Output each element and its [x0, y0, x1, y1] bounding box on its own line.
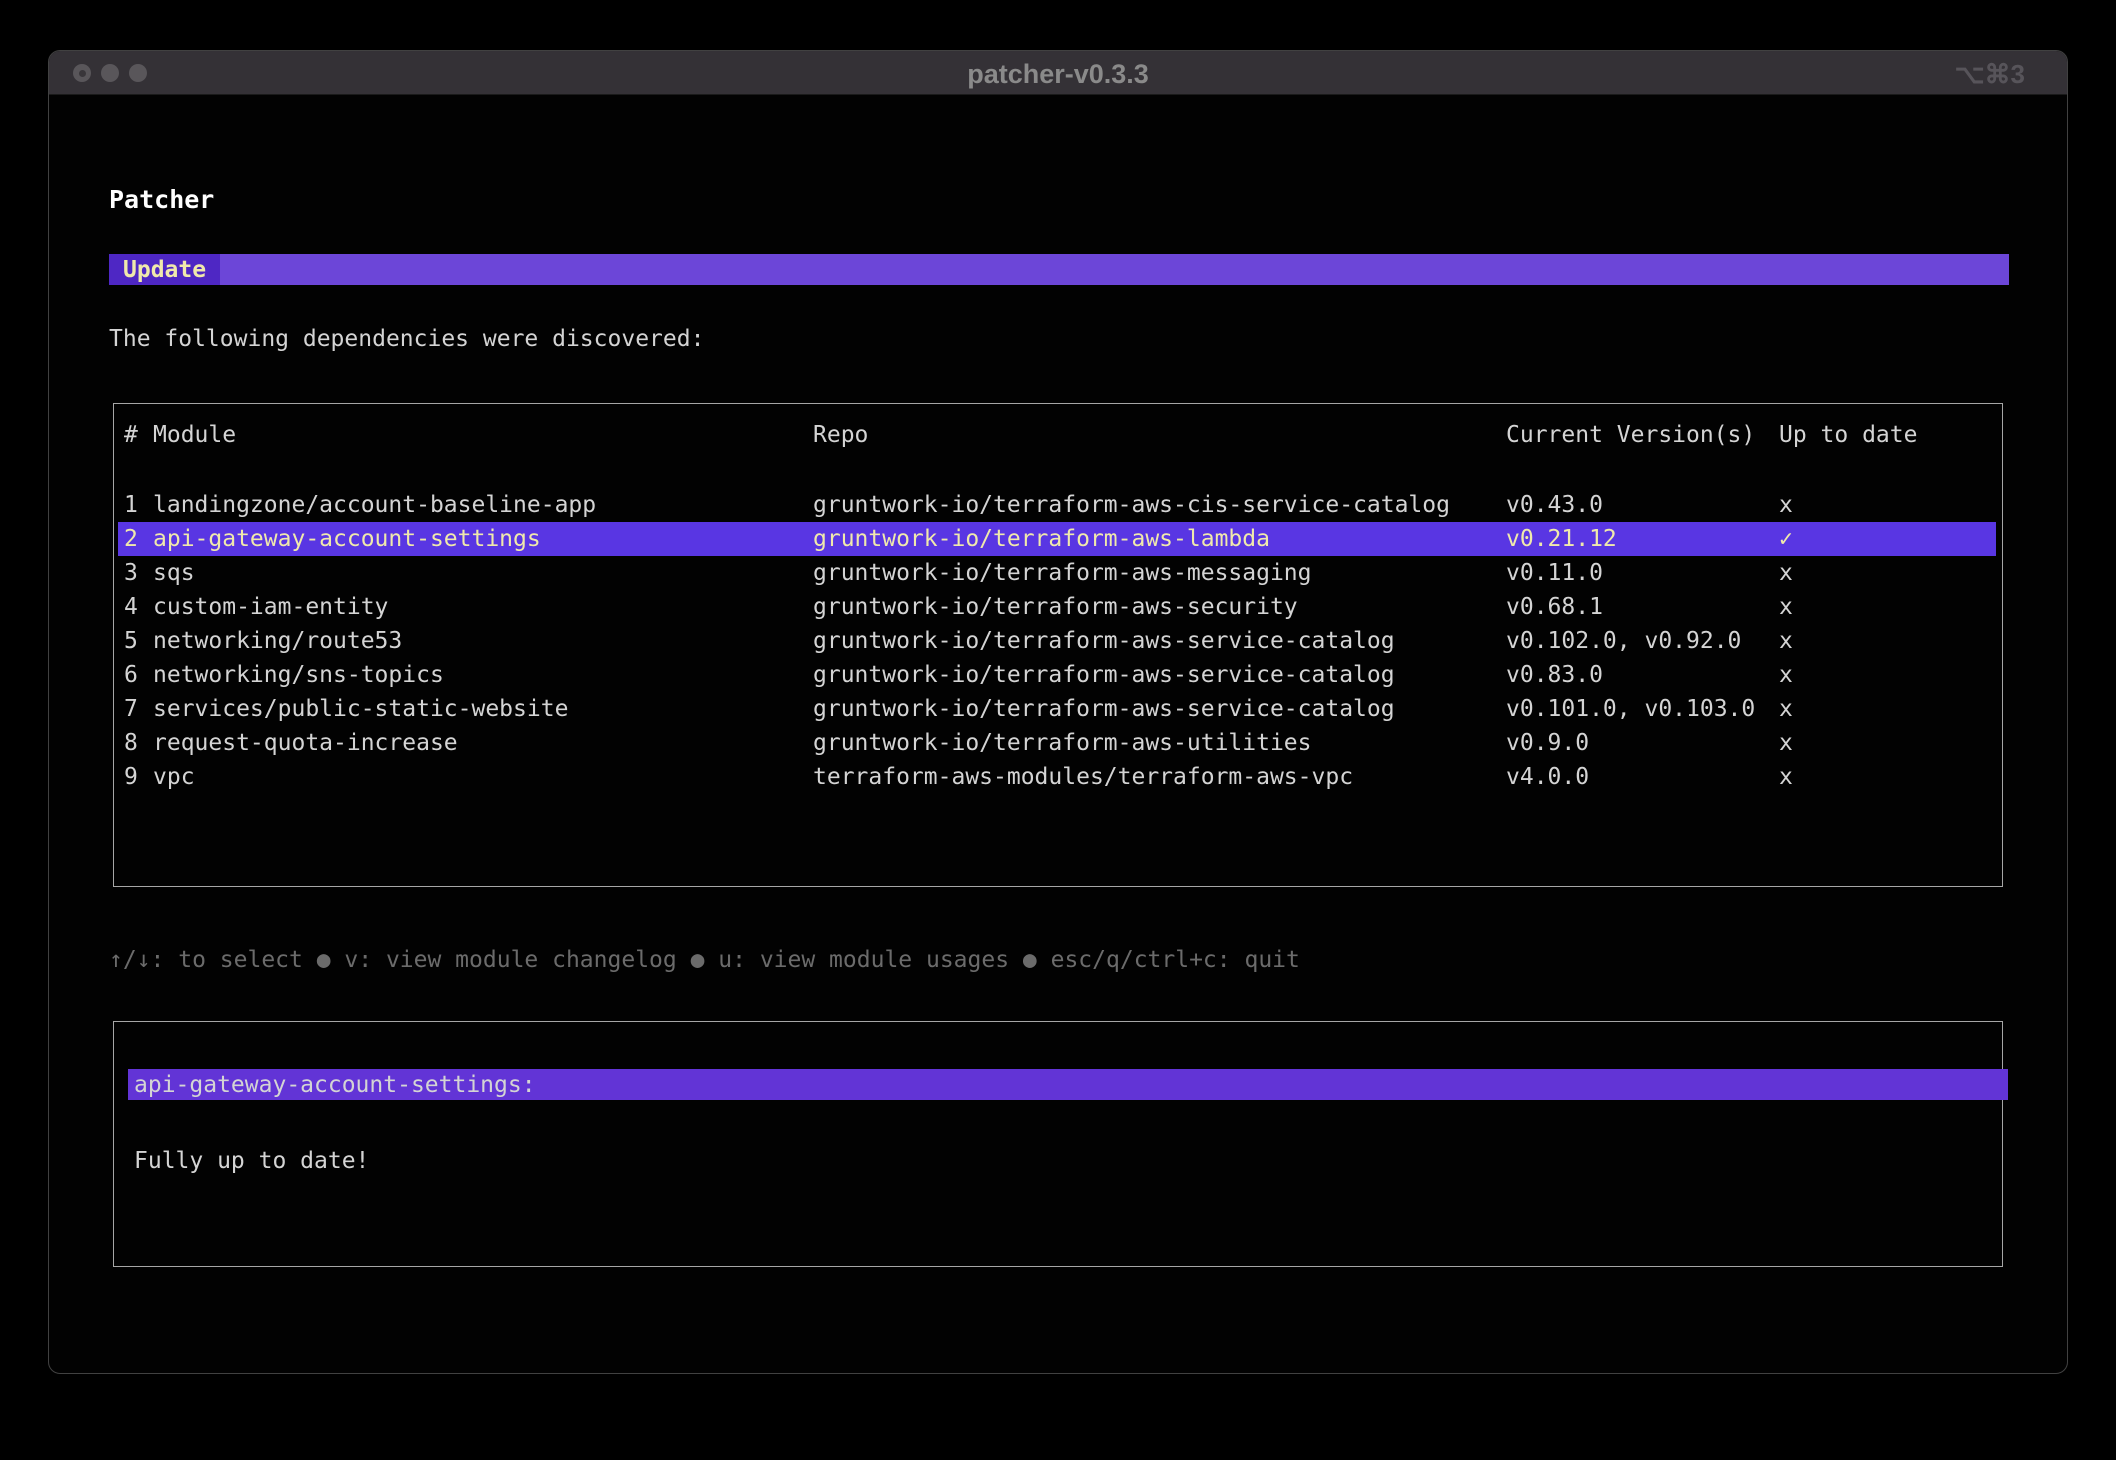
row-repo: gruntwork-io/terraform-aws-lambda — [813, 522, 1270, 556]
row-number: 4 — [124, 590, 138, 624]
row-repo: gruntwork-io/terraform-aws-service-catal… — [813, 692, 1395, 726]
detail-panel-title-bar: api-gateway-account-settings: — [128, 1069, 2008, 1100]
row-module: networking/sns-topics — [153, 658, 444, 692]
table-row[interactable]: 4 custom-iam-entity gruntwork-io/terrafo… — [114, 590, 2002, 624]
row-up-to-date-mark: x — [1779, 488, 1793, 522]
help-text: ↑/↓: to select ● v: view module changelo… — [109, 947, 1300, 973]
window-title: patcher-v0.3.3 — [49, 51, 2067, 95]
row-current-versions: v0.43.0 — [1506, 488, 1603, 522]
row-module: vpc — [153, 760, 195, 794]
dependencies-table: # Module Repo Current Version(s) Up to d… — [113, 403, 2003, 887]
row-up-to-date-mark: x — [1779, 590, 1793, 624]
row-repo: gruntwork-io/terraform-aws-security — [813, 590, 1298, 624]
intro-text: The following dependencies were discover… — [109, 324, 704, 354]
row-module: services/public-static-website — [153, 692, 568, 726]
row-current-versions: v0.21.12 — [1506, 522, 1617, 556]
row-current-versions: v4.0.0 — [1506, 760, 1589, 794]
row-module: api-gateway-account-settings — [153, 522, 541, 556]
terminal-window: patcher-v0.3.3 ⌥⌘3 Patcher Update The fo… — [48, 50, 2068, 1374]
row-module: landingzone/account-baseline-app — [153, 488, 596, 522]
detail-panel: api-gateway-account-settings: Fully up t… — [113, 1021, 2003, 1267]
table-row[interactable]: 6 networking/sns-topics gruntwork-io/ter… — [114, 658, 2002, 692]
col-header-number: # — [124, 420, 138, 450]
row-repo: terraform-aws-modules/terraform-aws-vpc — [813, 760, 1353, 794]
row-module: request-quota-increase — [153, 726, 458, 760]
row-repo: gruntwork-io/terraform-aws-service-catal… — [813, 624, 1395, 658]
table-header: # Module Repo Current Version(s) Up to d… — [114, 420, 2002, 450]
detail-panel-title: api-gateway-account-settings: — [128, 1072, 536, 1098]
row-up-to-date-mark: x — [1779, 760, 1793, 794]
row-number: 3 — [124, 556, 138, 590]
row-repo: gruntwork-io/terraform-aws-utilities — [813, 726, 1312, 760]
row-up-to-date-mark: ✓ — [1779, 522, 1793, 556]
row-up-to-date-mark: x — [1779, 658, 1793, 692]
row-repo: gruntwork-io/terraform-aws-cis-service-c… — [813, 488, 1450, 522]
row-module: custom-iam-entity — [153, 590, 388, 624]
col-header-repo: Repo — [813, 420, 868, 450]
row-current-versions: v0.11.0 — [1506, 556, 1603, 590]
row-up-to-date-mark: x — [1779, 624, 1793, 658]
row-repo: gruntwork-io/terraform-aws-service-catal… — [813, 658, 1395, 692]
row-current-versions: v0.83.0 — [1506, 658, 1603, 692]
row-current-versions: v0.102.0, v0.92.0 — [1506, 624, 1741, 658]
row-number: 8 — [124, 726, 138, 760]
row-number: 6 — [124, 658, 138, 692]
table-row[interactable]: 2 api-gateway-account-settings gruntwork… — [114, 522, 2002, 556]
col-header-up-to-date: Up to date — [1779, 420, 1917, 450]
row-up-to-date-mark: x — [1779, 692, 1793, 726]
table-row[interactable]: 8 request-quota-increase gruntwork-io/te… — [114, 726, 2002, 760]
tab-shortcut-keys: ⌥⌘3 — [1955, 51, 2025, 95]
row-number: 7 — [124, 692, 138, 726]
row-number: 5 — [124, 624, 138, 658]
col-header-current-version: Current Version(s) — [1506, 420, 1755, 450]
row-current-versions: v0.9.0 — [1506, 726, 1589, 760]
app-title: Patcher — [109, 185, 214, 215]
window-titlebar[interactable]: patcher-v0.3.3 ⌥⌘3 — [49, 51, 2067, 95]
row-current-versions: v0.68.1 — [1506, 590, 1603, 624]
tab-update[interactable]: Update — [109, 254, 220, 285]
row-number: 1 — [124, 488, 138, 522]
row-repo: gruntwork-io/terraform-aws-messaging — [813, 556, 1312, 590]
help-bar: ↑/↓: to select ● v: view module changelo… — [109, 944, 1300, 976]
table-row[interactable]: 1 landingzone/account-baseline-app grunt… — [114, 488, 2002, 522]
row-module: sqs — [153, 556, 195, 590]
table-row[interactable]: 7 services/public-static-website gruntwo… — [114, 692, 2002, 726]
row-current-versions: v0.101.0, v0.103.0 — [1506, 692, 1755, 726]
col-header-module: Module — [153, 420, 236, 450]
row-number: 2 — [124, 522, 138, 556]
table-row[interactable]: 9 vpc terraform-aws-modules/terraform-aw… — [114, 760, 2002, 794]
tab-bar: Update — [109, 254, 2009, 285]
row-up-to-date-mark: x — [1779, 726, 1793, 760]
row-up-to-date-mark: x — [1779, 556, 1793, 590]
row-module: networking/route53 — [153, 624, 402, 658]
detail-panel-message: Fully up to date! — [134, 1146, 369, 1176]
table-row[interactable]: 5 networking/route53 gruntwork-io/terraf… — [114, 624, 2002, 658]
table-row[interactable]: 3 sqs gruntwork-io/terraform-aws-messagi… — [114, 556, 2002, 590]
table-rows: 1 landingzone/account-baseline-app grunt… — [114, 488, 2002, 794]
row-number: 9 — [124, 760, 138, 794]
